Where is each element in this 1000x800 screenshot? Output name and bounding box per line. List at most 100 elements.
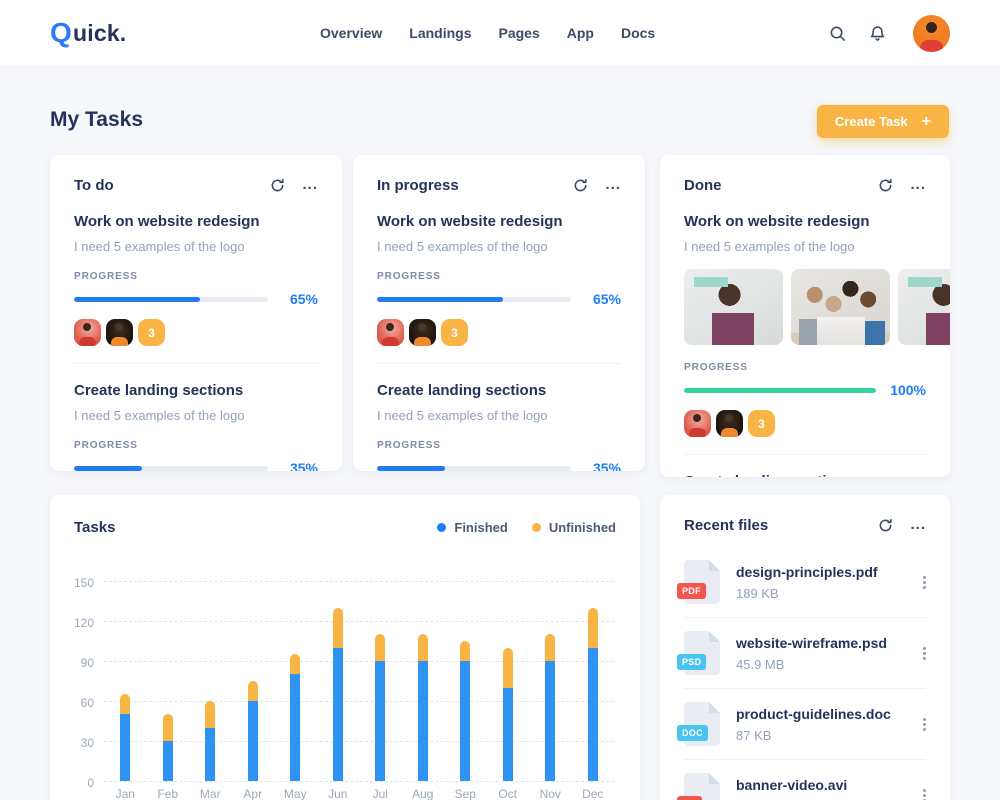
bar-segment-unfinished: [375, 634, 386, 661]
nav-item-overview[interactable]: Overview: [320, 25, 382, 41]
task-title[interactable]: Create landing sections: [684, 473, 926, 477]
task-title[interactable]: Create landing sections: [377, 382, 621, 399]
task-title[interactable]: Work on website redesign: [684, 213, 926, 230]
more-options-icon[interactable]: ...: [910, 517, 926, 532]
nav-item-landings[interactable]: Landings: [409, 25, 471, 41]
chart-bar-oct[interactable]: [502, 647, 513, 781]
user-avatar[interactable]: [913, 14, 950, 52]
chart-gridline: 90: [81, 656, 614, 670]
column-header: In progress...: [377, 175, 621, 195]
chart-bar-dec[interactable]: [587, 607, 598, 781]
bell-icon[interactable]: [867, 23, 887, 43]
y-axis-tick: 90: [80, 656, 94, 670]
task-divider: [74, 363, 318, 364]
logo[interactable]: Quick.: [50, 19, 126, 47]
progress-row: 65%: [377, 291, 621, 307]
task-description: I need 5 examples of the logo: [684, 239, 855, 254]
bar-segment-finished: [587, 647, 598, 781]
file-icon: DOC: [677, 702, 720, 746]
member-avatar[interactable]: [409, 319, 436, 346]
chart-gridline: 120: [74, 616, 614, 630]
member-avatar[interactable]: [74, 319, 101, 346]
member-avatar[interactable]: [106, 319, 133, 346]
member-avatar[interactable]: [716, 410, 743, 437]
task-title[interactable]: Work on website redesign: [377, 213, 621, 230]
chart-bar-mar[interactable]: [205, 701, 216, 781]
column-header-icons: ...: [875, 175, 926, 195]
refresh-icon[interactable]: [570, 175, 590, 195]
extra-members-badge[interactable]: 3: [441, 319, 468, 346]
progress-bar: [684, 387, 876, 393]
task-title[interactable]: Work on website redesign: [74, 213, 318, 230]
chart-bar-aug[interactable]: [417, 634, 428, 781]
nav-item-app[interactable]: App: [567, 25, 594, 41]
more-options-icon[interactable]: ...: [605, 177, 621, 192]
legend-dot: [437, 523, 447, 532]
file-row[interactable]: PDF design-principles.pdf 189 KB: [677, 547, 926, 617]
bar-segment-finished: [247, 701, 258, 781]
more-options-icon[interactable]: ...: [302, 177, 318, 192]
bar-segment-unfinished: [290, 654, 301, 675]
chart-gridline: 30: [81, 736, 614, 750]
bar-segment-finished: [120, 714, 131, 781]
chart-legend: Finished Unfinished: [437, 520, 616, 535]
chart-bar-may[interactable]: [290, 654, 301, 781]
more-options-icon[interactable]: ...: [910, 177, 926, 192]
task-divider: [377, 363, 621, 364]
topbar-actions: [827, 14, 950, 52]
kebab-menu-icon[interactable]: [923, 646, 926, 660]
progress-percent: 35%: [289, 460, 318, 471]
chart-gridline: 60: [81, 696, 614, 710]
task-title[interactable]: Create landing sections: [74, 382, 318, 399]
task-description: I need 5 examples of the logo: [377, 239, 548, 254]
progress-percent: 100%: [890, 382, 926, 398]
column-header: To do...: [74, 175, 318, 195]
refresh-icon[interactable]: [267, 175, 287, 195]
x-axis-label-sep: Sep: [454, 787, 476, 800]
chart-bar-jun[interactable]: [332, 607, 343, 781]
member-avatar[interactable]: [684, 410, 711, 437]
chart-bar-apr[interactable]: [247, 681, 258, 781]
progress-label: PROGRESS: [74, 271, 138, 282]
file-row[interactable]: PSD website-wireframe.psd 45.9 MB: [677, 617, 926, 688]
kebab-menu-icon[interactable]: [923, 788, 926, 800]
chart-bar-feb[interactable]: [162, 714, 173, 781]
x-axis-label-dec: Dec: [582, 787, 604, 800]
extra-members-badge[interactable]: 3: [748, 410, 775, 437]
create-task-button[interactable]: Create Task +: [816, 105, 949, 138]
column-header-icons: ...: [267, 175, 318, 195]
chart-bar-jul[interactable]: [375, 634, 386, 781]
progress-label: PROGRESS: [377, 440, 441, 451]
bar-segment-unfinished: [502, 647, 513, 688]
top-navbar: Quick. Overview Landings Pages App Docs: [0, 0, 1000, 67]
progress-row: 35%: [377, 460, 621, 471]
file-row[interactable]: AVI banner-video.avi23 MB: [677, 759, 926, 800]
refresh-icon[interactable]: [875, 515, 895, 535]
kebab-menu-icon[interactable]: [923, 717, 926, 731]
x-axis-label-nov: Nov: [539, 787, 561, 800]
legend-item-unfinished: Unfinished: [531, 520, 616, 535]
recent-files-title: Recent files: [684, 516, 769, 534]
nav-item-pages[interactable]: Pages: [499, 25, 540, 41]
refresh-icon[interactable]: [875, 175, 895, 195]
member-avatar[interactable]: [377, 319, 404, 346]
bar-segment-finished: [502, 687, 513, 781]
y-axis-tick: 30: [80, 736, 94, 750]
kebab-menu-icon[interactable]: [923, 575, 926, 589]
file-info: product-guidelines.doc 87 KB: [736, 706, 891, 743]
kanban-column-done: Done... Work on website redesign I need 5 …: [660, 155, 950, 477]
team-photo-group: [791, 269, 890, 345]
chart-bar-jan[interactable]: [120, 694, 131, 781]
progress-percent: 65%: [592, 291, 621, 307]
bar-segment-finished: [290, 674, 301, 781]
task-divider: [684, 454, 926, 455]
chart-bar-nov[interactable]: [545, 634, 556, 781]
nav-item-docs[interactable]: Docs: [621, 25, 655, 41]
file-row[interactable]: DOC product-guidelines.doc 87 KB: [677, 688, 926, 759]
extra-members-badge[interactable]: 3: [138, 319, 165, 346]
file-size: 87 KB: [736, 727, 772, 743]
search-icon[interactable]: [827, 23, 847, 43]
file-icon: PDF: [677, 560, 720, 604]
bar-segment-finished: [417, 661, 428, 781]
chart-bar-sep[interactable]: [460, 641, 471, 781]
